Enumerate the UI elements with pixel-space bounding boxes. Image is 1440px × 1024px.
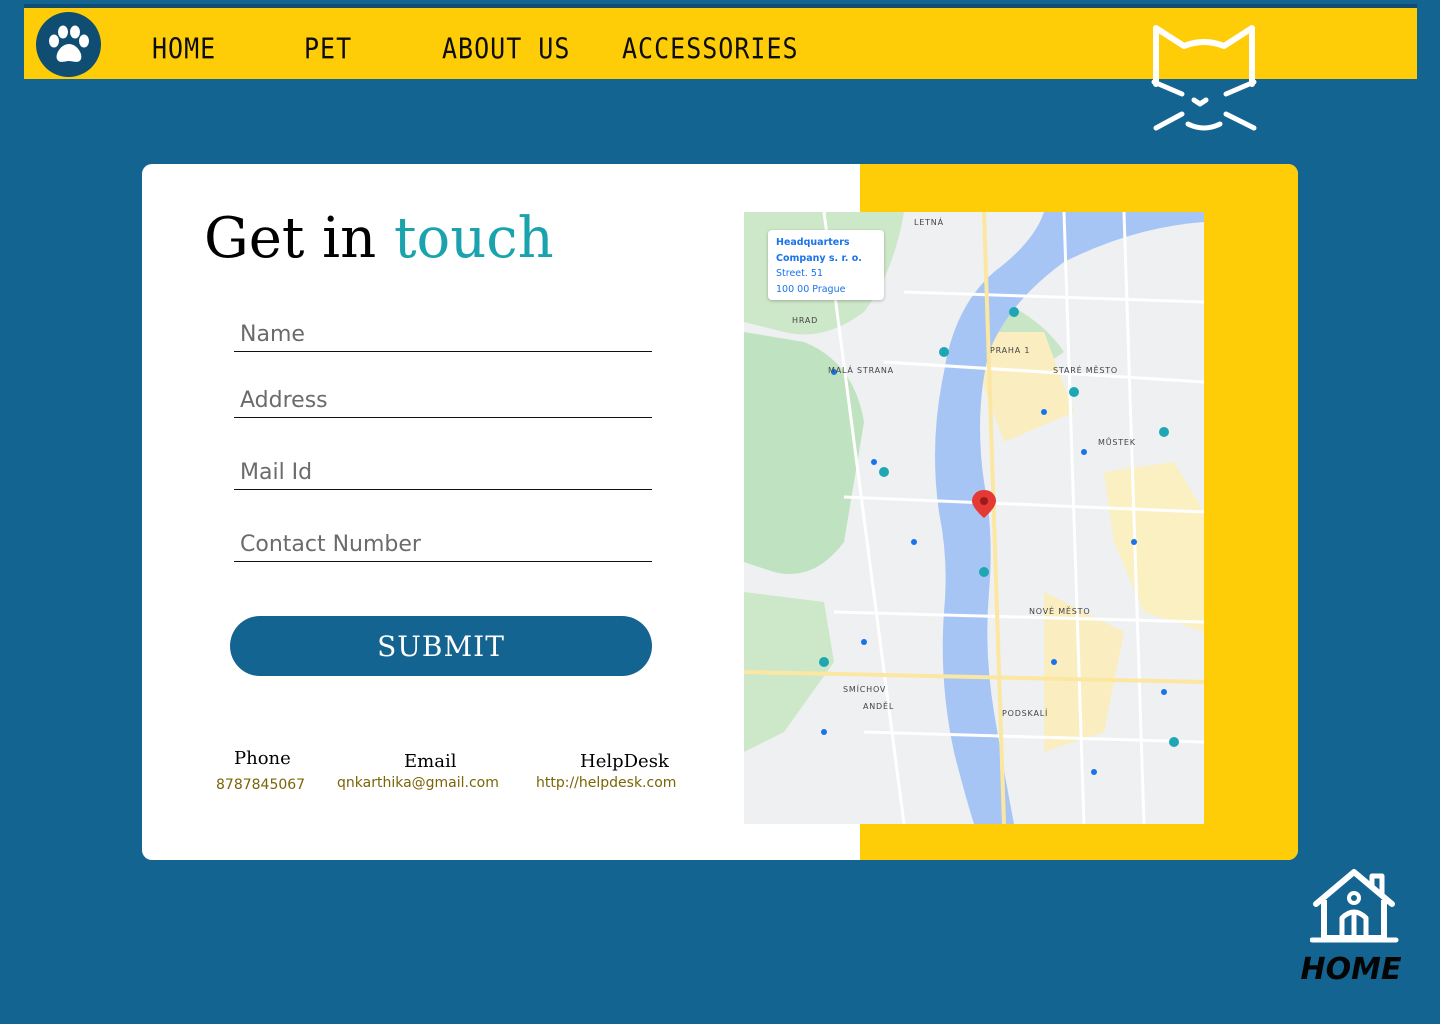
map-info-box: Headquarters Company s. r. o. Street. 51… bbox=[768, 230, 884, 300]
map-info-line-3: Street. 51 bbox=[776, 268, 823, 279]
map-label: PRAHA 1 bbox=[990, 346, 1031, 355]
helpdesk-label: HelpDesk bbox=[580, 751, 669, 772]
nav-home[interactable]: HOME bbox=[152, 32, 216, 65]
cat-face-icon bbox=[1151, 25, 1257, 131]
map-label: STARÉ MĚSTO bbox=[1053, 366, 1118, 375]
helpdesk-value[interactable]: http://helpdesk.com bbox=[536, 775, 676, 791]
map-info-line-1: Headquarters bbox=[776, 237, 850, 248]
home-label: HOME bbox=[1300, 952, 1402, 987]
map-graphic bbox=[744, 212, 1204, 824]
name-input[interactable] bbox=[234, 318, 652, 352]
phone-label: Phone bbox=[234, 748, 291, 769]
map-label: MALÁ STRANA bbox=[828, 366, 894, 375]
nav-about-us[interactable]: ABOUT US bbox=[442, 32, 570, 65]
contact-card: Get in touch SUBMIT Phone 8787845067 Ema… bbox=[142, 164, 1298, 860]
map-label: PODSKALÍ bbox=[1002, 709, 1049, 718]
nav-pet[interactable]: PET bbox=[304, 32, 352, 65]
map-label: MŮSTEK bbox=[1098, 438, 1136, 447]
title-main: Get in bbox=[204, 206, 394, 271]
title-accent: touch bbox=[393, 206, 554, 271]
submit-button[interactable]: SUBMIT bbox=[230, 616, 652, 676]
paw-icon bbox=[48, 25, 89, 62]
phone-value: 8787845067 bbox=[216, 777, 306, 793]
email-label: Email bbox=[404, 751, 457, 772]
map-label: HRAD bbox=[792, 316, 819, 325]
page-title: Get in touch bbox=[204, 206, 554, 271]
email-value[interactable]: qnkarthika@gmail.com bbox=[337, 775, 499, 791]
paw-logo[interactable] bbox=[36, 12, 101, 77]
map-label: SMÍCHOV bbox=[843, 685, 887, 694]
address-input[interactable] bbox=[234, 384, 652, 418]
house-icon bbox=[1310, 869, 1399, 943]
map-info-line-2: Company s. r. o. bbox=[776, 252, 862, 264]
map-info-line-4: 100 00 Prague bbox=[776, 283, 846, 295]
map-label: ANDĚL bbox=[863, 702, 895, 711]
home-button[interactable]: HOME bbox=[1298, 866, 1408, 996]
location-map[interactable]: Headquarters Company s. r. o. Street. 51… bbox=[744, 212, 1204, 824]
mail-id-input[interactable] bbox=[234, 456, 652, 490]
map-label: LETNÁ bbox=[914, 218, 944, 227]
contact-number-input[interactable] bbox=[234, 528, 652, 562]
map-label: NOVÉ MĚSTO bbox=[1029, 607, 1091, 616]
nav-accessories[interactable]: ACCESSORIES bbox=[622, 32, 799, 65]
